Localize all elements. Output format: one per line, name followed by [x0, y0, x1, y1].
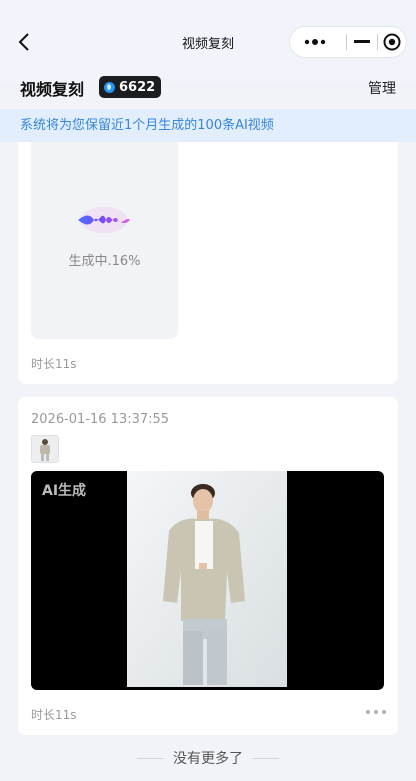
divider-line	[137, 757, 163, 759]
video-card[interactable]: 2026-01-16 13:37:55 AI生成 时长11s	[18, 397, 398, 735]
dot	[382, 710, 386, 714]
page-header: 视频复刻 6622 管理	[0, 72, 416, 108]
video-duration: 时长11s	[31, 708, 77, 722]
more-dots-icon	[304, 39, 326, 45]
end-of-list-text: 没有更多了	[173, 751, 243, 767]
video-card-generating[interactable]: 生成中.16% 时长11s	[18, 142, 398, 384]
source-thumbnail[interactable]	[31, 435, 59, 463]
generating-preview: 生成中.16%	[31, 142, 178, 339]
credit-badge[interactable]: 6622	[99, 76, 162, 98]
manage-button[interactable]: 管理	[368, 78, 396, 98]
capsule-minimize-button[interactable]	[342, 27, 382, 57]
capsule-close-button[interactable]	[377, 27, 407, 57]
end-of-list: 没有更多了	[0, 748, 416, 768]
page-title: 视频复刻	[20, 80, 85, 99]
notice-bar: 系统将为您保留近1个月生成的100条AI视频	[0, 109, 416, 142]
dot	[366, 710, 370, 714]
mini-program-capsule	[289, 26, 407, 58]
more-dots-icon[interactable]	[366, 707, 386, 717]
video-duration: 时长11s	[31, 357, 77, 371]
divider-line	[253, 757, 279, 759]
minus-icon	[354, 40, 370, 43]
video-player[interactable]: AI生成	[31, 471, 384, 690]
credit-count: 6622	[119, 79, 156, 95]
person-thumbnail-image	[32, 436, 58, 462]
coin-icon	[104, 81, 115, 93]
video-timestamp: 2026-01-16 13:37:55	[31, 412, 170, 427]
video-frame-image	[127, 471, 287, 687]
target-circle-icon	[383, 33, 401, 51]
audio-wave-icon	[78, 207, 130, 233]
capsule-more-button[interactable]	[290, 27, 340, 57]
generation-status: 生成中.16%	[68, 254, 141, 269]
dot	[374, 710, 378, 714]
ai-generated-label: AI生成	[42, 483, 87, 499]
